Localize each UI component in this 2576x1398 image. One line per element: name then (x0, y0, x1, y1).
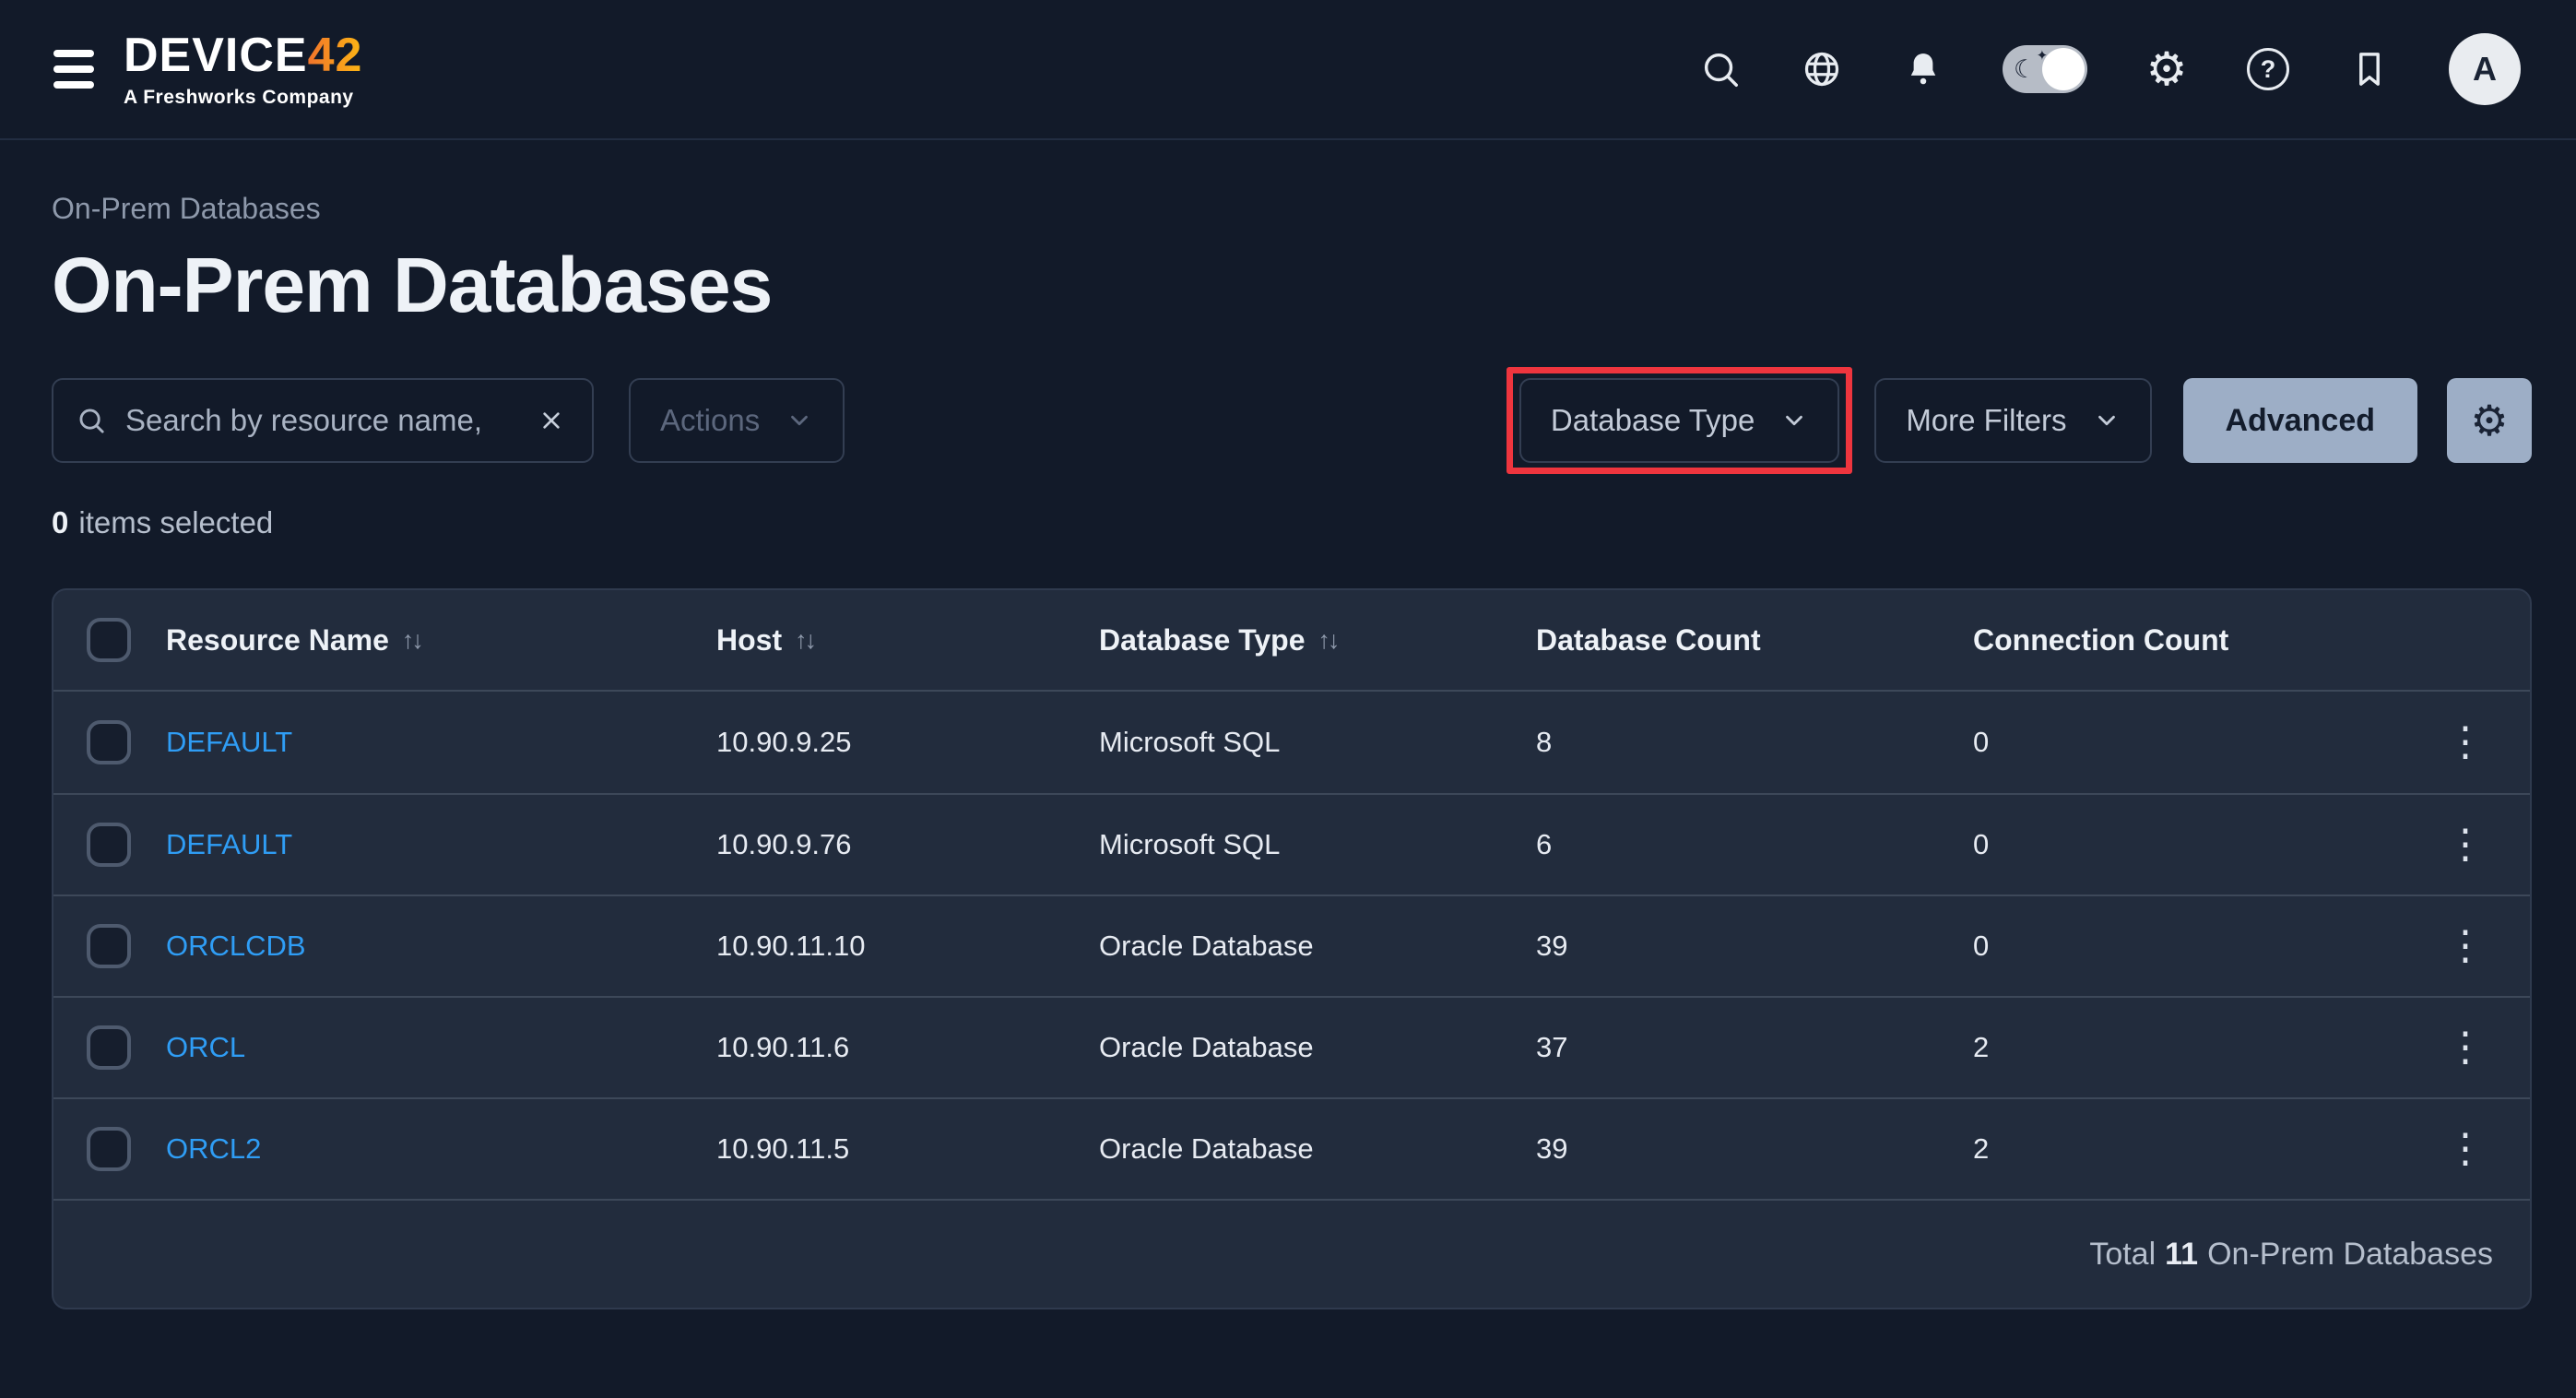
kebab-menu-icon[interactable]: ⋮ (2438, 1025, 2493, 1070)
connection-count-cell: 0 (1973, 828, 2438, 861)
connection-count-cell: 2 (1973, 1132, 2438, 1166)
chevron-down-icon (1780, 407, 1808, 434)
select-all-checkbox[interactable] (87, 618, 131, 662)
column-header-database-count: Database Count (1536, 623, 1973, 658)
toggle-knob (2042, 48, 2085, 90)
breadcrumb[interactable]: On-Prem Databases (52, 192, 2532, 226)
host-cell: 10.90.9.76 (716, 828, 1099, 861)
table-row: DEFAULT 10.90.9.76 Microsoft SQL 6 0 ⋮ (53, 793, 2530, 894)
host-cell: 10.90.9.25 (716, 726, 1099, 759)
column-header-resource-name[interactable]: Resource Name↑↓ (166, 623, 716, 658)
search-field[interactable] (52, 378, 594, 463)
sort-icon: ↑↓ (402, 626, 421, 655)
selected-label: items selected (78, 505, 273, 540)
host-cell: 10.90.11.10 (716, 930, 1099, 963)
total-suffix: On-Prem Databases (2207, 1237, 2493, 1273)
search-input[interactable] (125, 403, 514, 438)
search-icon[interactable] (1698, 47, 1743, 91)
bookmark-icon[interactable] (2347, 47, 2392, 91)
table-settings-button[interactable]: ⚙ (2447, 378, 2532, 463)
hamburger-menu-icon[interactable] (53, 50, 94, 89)
resource-name-link[interactable]: DEFAULT (166, 726, 292, 758)
advanced-button[interactable]: Advanced (2183, 378, 2418, 463)
table-row: DEFAULT 10.90.9.25 Microsoft SQL 8 0 ⋮ (53, 692, 2530, 793)
globe-icon[interactable] (1800, 47, 1844, 91)
database-count-cell: 8 (1536, 726, 1973, 759)
moon-icon: ☾✦ (2014, 57, 2036, 82)
top-navbar: DEVICE42 A Freshworks Company ☾✦ (0, 0, 2576, 140)
row-checkbox[interactable] (87, 1025, 131, 1070)
resource-name-link[interactable]: ORCLCDB (166, 930, 306, 962)
column-header-connection-count: Connection Count (1973, 623, 2438, 658)
search-field-icon (76, 405, 107, 436)
clear-search-icon[interactable] (533, 402, 570, 439)
logo-42-accent: 42 (308, 29, 363, 82)
notifications-bell-icon[interactable] (1901, 47, 1945, 91)
row-checkbox[interactable] (87, 1127, 131, 1171)
sort-icon: ↑↓ (795, 626, 814, 655)
device42-logo[interactable]: DEVICE42 A Freshworks Company (124, 31, 362, 107)
database-type-cell: Microsoft SQL (1099, 828, 1536, 861)
logo-tagline: A Freshworks Company (124, 88, 362, 107)
host-cell: 10.90.11.6 (716, 1031, 1099, 1064)
connection-count-cell: 2 (1973, 1031, 2438, 1064)
resource-name-link[interactable]: DEFAULT (166, 828, 292, 860)
table-footer: Total 11 On-Prem Databases (53, 1199, 2530, 1308)
resource-name-link[interactable]: ORCL (166, 1031, 245, 1063)
database-count-cell: 37 (1536, 1031, 1973, 1064)
user-avatar[interactable]: A (2449, 33, 2521, 105)
toolbar-filters: Database Type More Filters Advanced ⚙ (1519, 378, 2532, 463)
database-type-dropdown[interactable]: Database Type (1519, 378, 1839, 463)
table-row: ORCL 10.90.11.6 Oracle Database 37 2 ⋮ (53, 996, 2530, 1097)
table-row: ORCLCDB 10.90.11.10 Oracle Database 39 0… (53, 894, 2530, 996)
row-checkbox[interactable] (87, 924, 131, 968)
total-count: 11 (2165, 1237, 2198, 1273)
page-title: On-Prem Databases (52, 241, 2532, 330)
kebab-menu-icon[interactable]: ⋮ (2438, 923, 2493, 968)
navbar-actions: ☾✦ ⚙ ? A (1698, 33, 2521, 105)
chevron-down-icon (2093, 407, 2121, 434)
actions-dropdown[interactable]: Actions (629, 378, 845, 463)
resource-name-link[interactable]: ORCL2 (166, 1132, 261, 1165)
column-header-host[interactable]: Host↑↓ (716, 623, 1099, 658)
database-type-cell: Oracle Database (1099, 930, 1536, 963)
logo-text: DEVICE42 (124, 31, 362, 79)
column-header-database-type[interactable]: Database Type↑↓ (1099, 623, 1536, 658)
help-icon[interactable]: ? (2246, 47, 2290, 91)
main-content: On-Prem Databases On-Prem Databases Acti… (0, 192, 2576, 1309)
table-row: ORCL2 10.90.11.5 Oracle Database 39 2 ⋮ (53, 1097, 2530, 1199)
database-count-cell: 39 (1536, 930, 1973, 963)
kebab-menu-icon[interactable]: ⋮ (2438, 719, 2493, 764)
database-count-cell: 6 (1536, 828, 1973, 861)
databases-table: Resource Name↑↓ Host↑↓ Database Type↑↓ D… (52, 588, 2532, 1309)
host-cell: 10.90.11.5 (716, 1132, 1099, 1166)
more-filters-dropdown[interactable]: More Filters (1874, 378, 2151, 463)
selection-status: 0 items selected (52, 505, 2532, 540)
database-type-cell: Microsoft SQL (1099, 726, 1536, 759)
connection-count-cell: 0 (1973, 930, 2438, 963)
database-count-cell: 39 (1536, 1132, 1973, 1166)
database-type-cell: Oracle Database (1099, 1132, 1536, 1166)
row-checkbox[interactable] (87, 823, 131, 867)
gear-icon: ⚙ (2470, 399, 2508, 442)
kebab-menu-icon[interactable]: ⋮ (2438, 822, 2493, 867)
toolbar: Actions Database Type More Filters Advan… (52, 378, 2532, 463)
settings-gear-icon[interactable]: ⚙ (2145, 47, 2189, 91)
row-checkbox[interactable] (87, 720, 131, 764)
chevron-down-icon (786, 407, 813, 434)
total-prefix: Total (2089, 1237, 2156, 1273)
dark-mode-toggle[interactable]: ☾✦ (2003, 45, 2087, 93)
connection-count-cell: 0 (1973, 726, 2438, 759)
kebab-menu-icon[interactable]: ⋮ (2438, 1126, 2493, 1171)
table-header-row: Resource Name↑↓ Host↑↓ Database Type↑↓ D… (53, 590, 2530, 692)
table-body: DEFAULT 10.90.9.25 Microsoft SQL 8 0 ⋮ D… (53, 692, 2530, 1199)
sort-icon: ↑↓ (1318, 626, 1338, 655)
database-type-cell: Oracle Database (1099, 1031, 1536, 1064)
selected-count: 0 (52, 505, 68, 540)
